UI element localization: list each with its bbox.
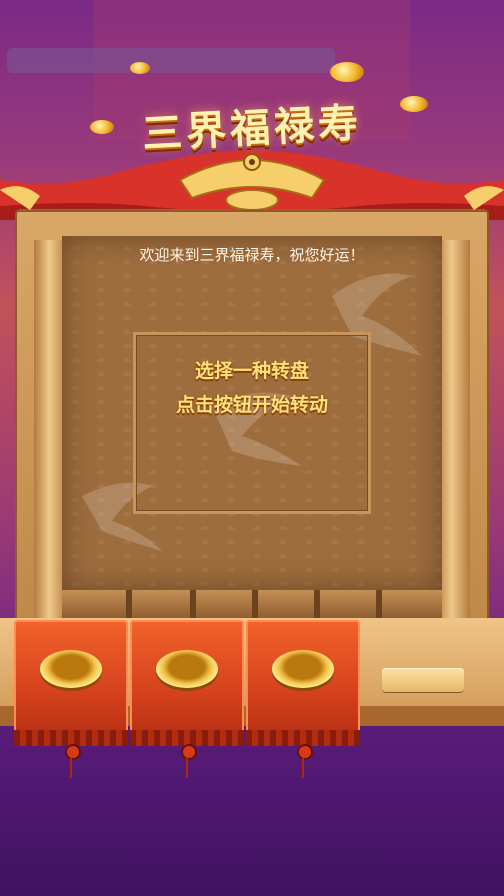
gold-plate-icon[interactable] xyxy=(156,650,218,688)
tassel-string xyxy=(302,758,304,778)
tassel-string xyxy=(70,758,72,778)
gold-plate-icon[interactable] xyxy=(272,650,334,688)
wheel-option-3[interactable] xyxy=(246,620,360,778)
instruction-line-2: 点击按钮开始转动 xyxy=(175,394,328,416)
tassel-string xyxy=(186,758,188,778)
top-status-bar xyxy=(7,48,335,73)
instruction-line-1: 选择一种转盘 xyxy=(194,360,309,382)
tassel-icon xyxy=(297,744,313,760)
gold-plate-icon[interactable] xyxy=(40,650,102,688)
tassel-icon xyxy=(181,744,197,760)
railing xyxy=(62,590,442,620)
coin-decoration xyxy=(330,62,364,82)
spin-button[interactable] xyxy=(382,668,464,692)
welcome-message: 欢迎来到三界福禄寿，祝您好运！ xyxy=(139,246,365,264)
tassel-icon xyxy=(65,744,81,760)
coin-decoration xyxy=(130,62,150,74)
wheel-option-1[interactable] xyxy=(14,620,128,778)
wheel-option-2[interactable] xyxy=(130,620,244,778)
